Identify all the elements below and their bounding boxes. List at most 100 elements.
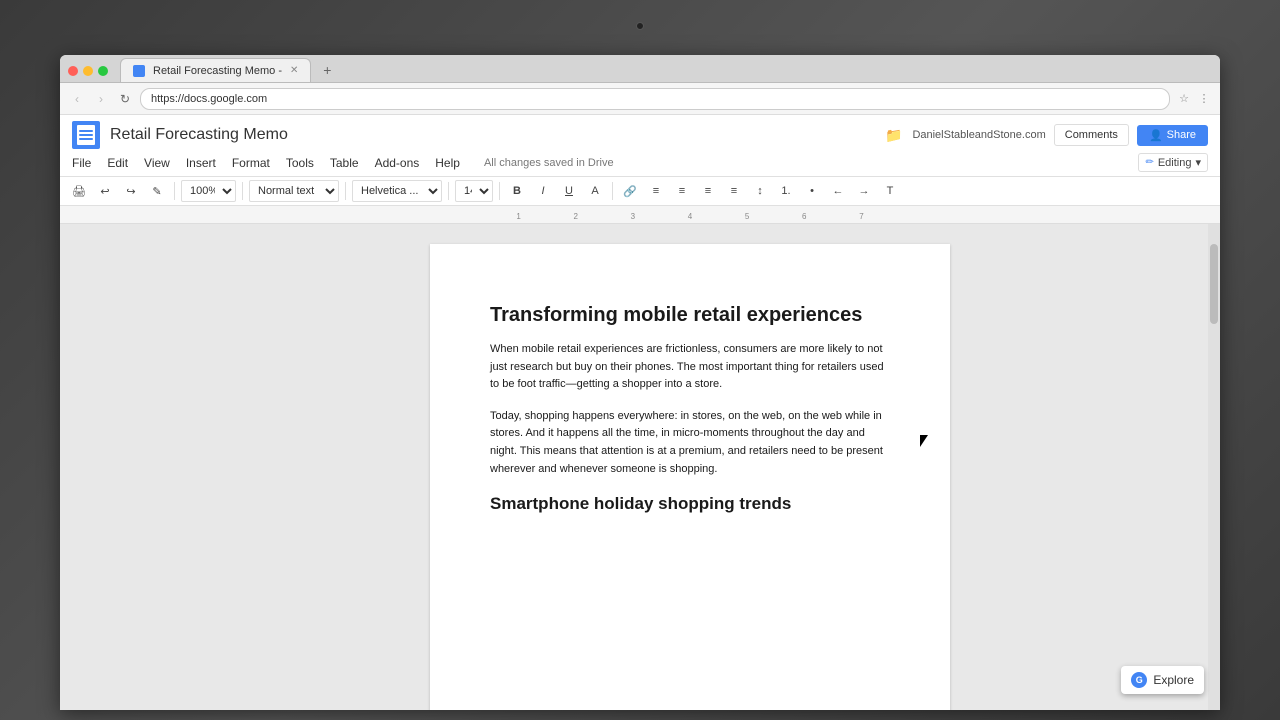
ruler-tick-7: 7 [833, 212, 890, 223]
menu-tools[interactable]: Tools [286, 156, 314, 170]
docs-header: Retail Forecasting Memo 📁 DanielStablean… [60, 115, 1220, 177]
redo-btn[interactable]: ↪ [120, 180, 142, 202]
editing-mode-btn[interactable]: ✏ Editing ▾ [1138, 153, 1208, 172]
refresh-btn[interactable]: ↻ [116, 90, 134, 108]
editing-mode-container: ✏ Editing ▾ [1138, 153, 1208, 172]
indent-increase-btn[interactable]: → [853, 180, 875, 202]
editing-label: Editing [1158, 157, 1192, 169]
doc-line-1 [79, 130, 93, 132]
clear-format-btn[interactable]: T [879, 180, 901, 202]
ruler-tick-6: 6 [776, 212, 833, 223]
ruler-num-7: 7 [859, 212, 863, 221]
webcam [636, 22, 644, 30]
share-icon: 👤 [1149, 129, 1163, 142]
divider-1 [174, 182, 175, 200]
divider-2 [242, 182, 243, 200]
active-tab[interactable]: Retail Forecasting Memo - ✕ [120, 58, 311, 82]
menu-file[interactable]: File [72, 156, 91, 170]
url-text: https://docs.google.com [151, 93, 267, 105]
font-size-select[interactable]: 14 [455, 180, 493, 202]
minimize-window-btn[interactable] [83, 66, 93, 76]
menu-format[interactable]: Format [232, 156, 270, 170]
folder-icon[interactable]: 📁 [885, 127, 902, 144]
ruler-num-1: 1 [516, 212, 520, 221]
align-right-btn[interactable]: ≡ [697, 180, 719, 202]
bullet-list-btn[interactable]: • [801, 180, 823, 202]
document-para-1: When mobile retail experiences are frict… [490, 341, 890, 394]
doc-page[interactable]: Transforming mobile retail experiences W… [290, 224, 1090, 710]
justify-btn[interactable]: ≡ [723, 180, 745, 202]
text-color-btn[interactable]: A [584, 180, 606, 202]
maximize-window-btn[interactable] [98, 66, 108, 76]
ruler-content: 1 2 3 4 5 6 [290, 206, 1090, 223]
scrollbar[interactable] [1208, 224, 1220, 710]
link-btn[interactable]: 🔗 [619, 180, 641, 202]
underline-btn[interactable]: U [558, 180, 580, 202]
line-spacing-btn[interactable]: ↕ [749, 180, 771, 202]
paragraph-style-select[interactable]: Normal text [249, 180, 339, 202]
tab-bar: Retail Forecasting Memo - ✕ + [60, 55, 1220, 83]
right-sidebar [1090, 224, 1220, 710]
bold-btn[interactable]: B [506, 180, 528, 202]
font-select[interactable]: Helvetica ... [352, 180, 442, 202]
doc-line-3 [79, 138, 93, 140]
print-btn[interactable]: 🖨 [68, 180, 90, 202]
ruler-num-3: 3 [631, 212, 635, 221]
menu-edit[interactable]: Edit [107, 156, 128, 170]
docs-menu-row: File Edit View Insert Format Tools Table… [72, 153, 1208, 172]
italic-btn[interactable]: I [532, 180, 554, 202]
zoom-select[interactable]: 100% [181, 180, 236, 202]
editing-chevron-icon: ▾ [1195, 156, 1201, 169]
ruler-tick-1: 1 [490, 212, 547, 223]
ruler-tick-4: 4 [661, 212, 718, 223]
page-content: Transforming mobile retail experiences W… [430, 244, 950, 710]
divider-4 [448, 182, 449, 200]
undo-btn[interactable]: ↩ [94, 180, 116, 202]
explore-btn[interactable]: G Explore [1121, 666, 1204, 694]
forward-btn[interactable]: › [92, 90, 110, 108]
desktop: Retail Forecasting Memo - ✕ + ‹ › ↻ http… [0, 0, 1280, 720]
explore-label: Explore [1153, 673, 1194, 687]
menu-addons[interactable]: Add-ons [375, 156, 420, 170]
ruler-num-6: 6 [802, 212, 806, 221]
document-heading-1: Transforming mobile retail experiences [490, 304, 890, 327]
divider-5 [499, 182, 500, 200]
close-window-btn[interactable] [68, 66, 78, 76]
share-label: Share [1167, 129, 1196, 141]
format-paint-btn[interactable]: ✎ [146, 180, 168, 202]
align-center-btn[interactable]: ≡ [671, 180, 693, 202]
ruler: 1 2 3 4 5 6 [60, 206, 1220, 224]
menu-insert[interactable]: Insert [186, 156, 216, 170]
tab-favicon [133, 65, 145, 77]
document-para-2: Today, shopping happens everywhere: in s… [490, 408, 890, 478]
settings-icon[interactable]: ⋮ [1196, 91, 1212, 107]
scrollbar-thumb[interactable] [1210, 244, 1218, 324]
address-icons: ☆ ⋮ [1176, 91, 1212, 107]
docs-content-area: Transforming mobile retail experiences W… [60, 224, 1220, 710]
share-btn[interactable]: 👤 Share [1137, 125, 1208, 146]
url-input[interactable]: https://docs.google.com [140, 88, 1170, 110]
divider-3 [345, 182, 346, 200]
tab-close-btn[interactable]: ✕ [290, 65, 298, 76]
docs-title-row: Retail Forecasting Memo 📁 DanielStablean… [72, 121, 1208, 149]
pencil-icon: ✏ [1145, 157, 1153, 168]
tab-title: Retail Forecasting Memo - [153, 65, 282, 77]
menu-help[interactable]: Help [435, 156, 460, 170]
save-status: All changes saved in Drive [484, 157, 614, 169]
menu-table[interactable]: Table [330, 156, 359, 170]
menu-view[interactable]: View [144, 156, 170, 170]
docs-right-actions: DanielStableandStone.com Comments 👤 Shar… [912, 124, 1208, 146]
numbered-list-btn[interactable]: 1. [775, 180, 797, 202]
window-controls [68, 66, 108, 76]
ruler-inner: 1 2 3 4 5 6 [430, 206, 950, 223]
back-btn[interactable]: ‹ [68, 90, 86, 108]
bookmark-icon[interactable]: ☆ [1176, 91, 1192, 107]
new-tab-btn[interactable]: + [315, 58, 339, 82]
ruler-tick-2: 2 [547, 212, 604, 223]
indent-decrease-btn[interactable]: ← [827, 180, 849, 202]
docs-app-icon [72, 121, 100, 149]
comments-btn[interactable]: Comments [1054, 124, 1129, 146]
doc-line-2 [79, 134, 93, 136]
align-left-btn[interactable]: ≡ [645, 180, 667, 202]
document-title[interactable]: Retail Forecasting Memo [110, 126, 875, 144]
